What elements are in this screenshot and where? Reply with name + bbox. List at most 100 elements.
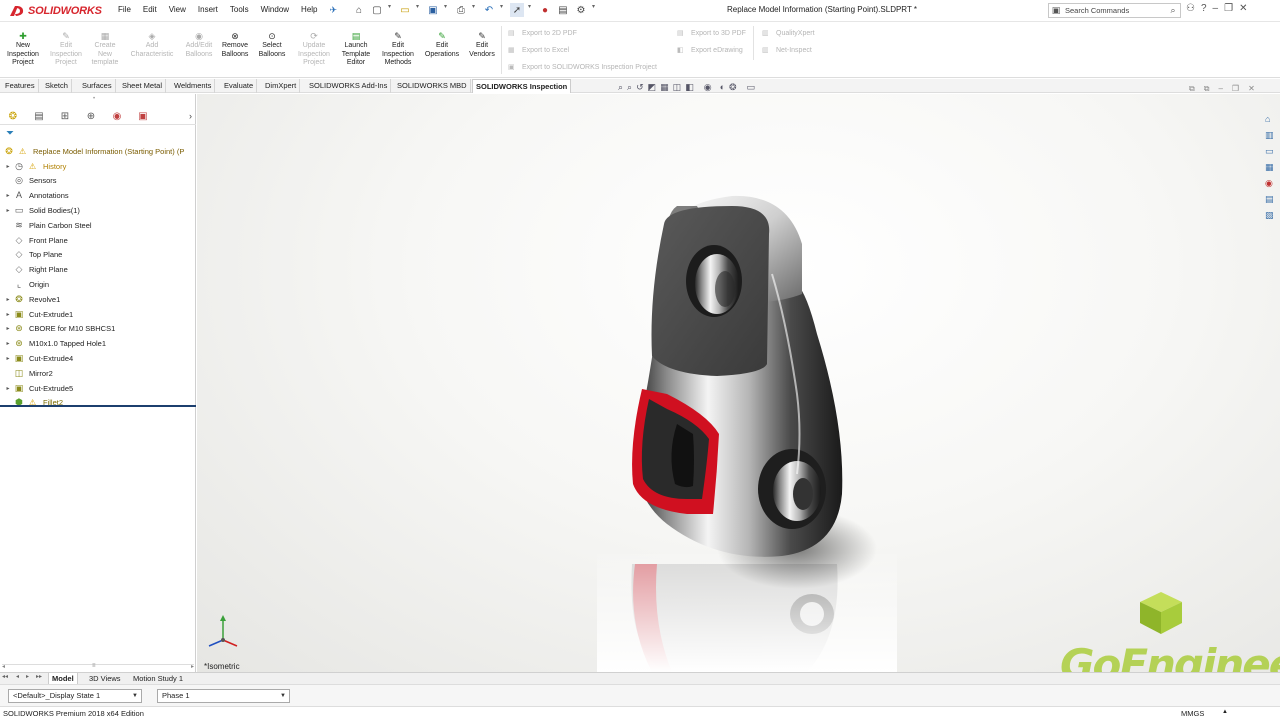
close-icon[interactable]: ✕: [1239, 3, 1247, 14]
tab-scroll-prev-icon[interactable]: ◂: [16, 673, 19, 680]
edit-inspection-project-button[interactable]: ✎ Edit Inspection Project: [46, 31, 86, 68]
edit-appearance-icon[interactable]: ◐: [720, 81, 725, 93]
tree-item-solid-bodies[interactable]: ▸ ▭ Solid Bodies(1): [0, 203, 196, 218]
expand-icon[interactable]: ▸: [3, 296, 13, 303]
options-gear-icon[interactable]: ⚙: [574, 3, 588, 17]
tab-sketch[interactable]: Sketch: [42, 79, 72, 93]
graphics-area[interactable]: *Isometric GoEngineer: [197, 94, 1280, 672]
expand-icon[interactable]: ▸: [3, 192, 13, 199]
forum-icon[interactable]: ▧: [1265, 210, 1274, 221]
tree-item-material[interactable]: ≋ Plain Carbon Steel: [0, 218, 196, 233]
hide-show-items-icon[interactable]: ◉: [704, 81, 712, 93]
menu-window[interactable]: Window: [261, 5, 289, 16]
display-state-select[interactable]: <Default>_Display State 1 ▼: [8, 689, 142, 703]
launch-template-editor-button[interactable]: ▤ Launch Template Editor: [338, 31, 374, 68]
user-icon[interactable]: ⚇: [1186, 3, 1195, 14]
tree-item-cut-extrude5[interactable]: ▸ ▣ Cut-Extrude5: [0, 381, 196, 396]
new-dropdown-icon[interactable]: ▾: [388, 3, 394, 17]
panel-scrollbar[interactable]: ◂ ≡ ▸: [2, 663, 194, 671]
tab-dimxpert[interactable]: DimXpert: [262, 79, 301, 93]
expand-icon[interactable]: ▸: [3, 340, 13, 347]
expand-icon[interactable]: ▸: [3, 355, 13, 362]
pin-icon[interactable]: ✈: [330, 5, 338, 16]
print-icon[interactable]: ⎙: [454, 3, 468, 17]
select-cursor-icon[interactable]: ➚: [510, 3, 524, 17]
tab-evaluate[interactable]: Evaluate: [221, 79, 258, 93]
doc-tile2-icon[interactable]: ⧉: [1204, 84, 1210, 94]
menu-edit[interactable]: Edit: [143, 5, 157, 16]
doc-close-icon[interactable]: ✕: [1248, 84, 1255, 94]
tab-sheet-metal[interactable]: Sheet Metal: [119, 79, 167, 93]
traffic-light-icon[interactable]: ●: [538, 3, 552, 17]
file-properties-icon[interactable]: ▤: [556, 3, 570, 17]
scroll-grip-icon[interactable]: ≡: [92, 663, 96, 669]
search-icon[interactable]: ⌕: [1166, 5, 1180, 16]
view-palette-icon[interactable]: ▦: [1265, 162, 1274, 173]
export-sw-inspection-button[interactable]: ▣ Export to SOLIDWORKS Inspection Project: [508, 63, 657, 72]
tree-item-sensors[interactable]: ◎ Sensors: [0, 174, 196, 189]
export-edrawing-button[interactable]: ◧ Export eDrawing: [677, 46, 743, 55]
tree-item-cbore[interactable]: ▸ ⊛ CBORE for M10 SBHCS1: [0, 322, 196, 337]
doc-restore-icon[interactable]: ❐: [1232, 84, 1239, 94]
home-icon[interactable]: ⌂: [352, 3, 366, 17]
previous-view-icon[interactable]: ↺: [636, 81, 644, 93]
units-selector[interactable]: MMGS: [1181, 709, 1204, 718]
menu-help[interactable]: Help: [301, 5, 317, 16]
menu-tools[interactable]: Tools: [230, 5, 249, 16]
tree-item-front-plane[interactable]: ◇ Front Plane: [0, 233, 196, 248]
tree-root[interactable]: ❂ ⚠ Replace Model Information (Starting …: [0, 144, 196, 159]
section-view-icon[interactable]: ◩: [648, 81, 657, 93]
help-icon[interactable]: ?: [1201, 3, 1207, 14]
tab-weldments[interactable]: Weldments: [171, 79, 216, 93]
select-dropdown-icon[interactable]: ▾: [528, 3, 534, 17]
select-balloons-button[interactable]: ⊙ Select Balloons: [255, 31, 289, 59]
restore-icon[interactable]: ❐: [1224, 3, 1233, 14]
apply-scene-icon[interactable]: ❂: [729, 81, 737, 93]
view-settings-icon[interactable]: ▭: [747, 81, 756, 93]
menu-insert[interactable]: Insert: [198, 5, 218, 16]
zoom-to-area-icon[interactable]: ⌕: [627, 81, 632, 93]
solidworks-resources-icon[interactable]: ⌂: [1265, 114, 1274, 125]
part-model[interactable]: [197, 94, 1280, 672]
tab-scroll-next-icon[interactable]: ▸: [26, 673, 29, 680]
new-document-icon[interactable]: ▢: [370, 3, 384, 17]
expand-icon[interactable]: ▸: [3, 385, 13, 392]
tab-surfaces[interactable]: Surfaces: [79, 79, 116, 93]
doc-tile-icon[interactable]: ⧉: [1189, 84, 1195, 94]
solidworks-logo[interactable]: SOLIDWORKS: [8, 2, 102, 20]
zoom-to-fit-icon[interactable]: ⌕: [618, 81, 623, 93]
view-orientation-icon[interactable]: ◫: [673, 81, 682, 93]
tree-item-history[interactable]: ▸ ◷ ⚠ History: [0, 159, 196, 174]
tree-item-revolve1[interactable]: ▸ ❂ Revolve1: [0, 292, 196, 307]
featuremanager-tab-icon[interactable]: ❂: [0, 111, 26, 122]
save-dropdown-icon[interactable]: ▾: [444, 3, 450, 17]
inspection-tab-icon[interactable]: ▣: [130, 111, 156, 122]
scroll-right-icon[interactable]: ▸: [191, 663, 194, 670]
tree-item-cut-extrude4[interactable]: ▸ ▣ Cut-Extrude4: [0, 351, 196, 366]
expand-icon[interactable]: ▸: [3, 311, 13, 318]
search-commands-input[interactable]: ▣ Search Commands ⌕: [1048, 3, 1181, 18]
undo-dropdown-icon[interactable]: ▾: [500, 3, 506, 17]
export-excel-button[interactable]: ▦ Export to Excel: [508, 46, 569, 55]
tab-sw-mbd[interactable]: SOLIDWORKS MBD: [394, 79, 471, 93]
new-inspection-project-button[interactable]: ✚ New Inspection Project: [4, 31, 42, 68]
options-dropdown-icon[interactable]: ▾: [592, 3, 598, 17]
net-inspect-button[interactable]: ▥ Net-Inspect: [762, 46, 812, 55]
edit-operations-button[interactable]: ✎ Edit Operations: [421, 31, 463, 59]
tab-sw-addins[interactable]: SOLIDWORKS Add-Ins: [306, 79, 392, 93]
custom-properties-icon[interactable]: ▤: [1265, 194, 1274, 205]
open-folder-icon[interactable]: ▭: [398, 3, 412, 17]
tab-sw-inspection[interactable]: SOLIDWORKS Inspection: [472, 79, 572, 93]
filter-icon[interactable]: ⏷: [6, 128, 14, 139]
tree-item-tapped-hole[interactable]: ▸ ⊛ M10x1.0 Tapped Hole1: [0, 336, 196, 351]
expand-icon[interactable]: ▸: [3, 207, 13, 214]
tree-item-top-plane[interactable]: ◇ Top Plane: [0, 248, 196, 263]
displaymanager-tab-icon[interactable]: ◉: [104, 111, 130, 122]
tree-item-mirror2[interactable]: ◫ Mirror2: [0, 366, 196, 381]
tree-item-fillet2[interactable]: ⬢ ⚠ Fillet2: [0, 396, 196, 411]
minimize-icon[interactable]: –: [1213, 3, 1219, 14]
tree-item-annotations[interactable]: ▸ A Annotations: [0, 188, 196, 203]
remove-balloons-button[interactable]: ⊗ Remove Balloons: [218, 31, 252, 59]
units-caret-icon[interactable]: ▲: [1222, 709, 1228, 715]
qualityxpert-button[interactable]: ▥ QualityXpert: [762, 29, 815, 38]
